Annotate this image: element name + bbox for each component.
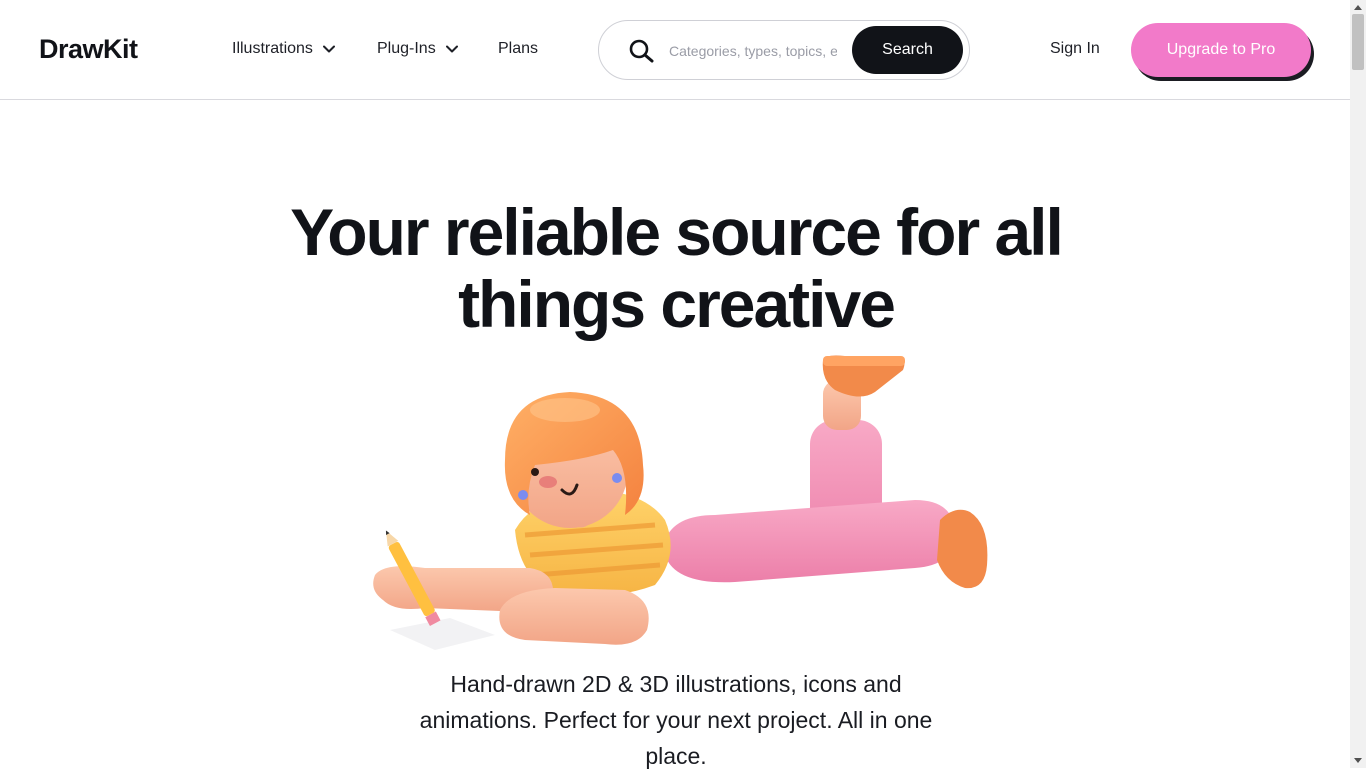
nav-plans[interactable]: Plans [498, 40, 538, 58]
drawkit-logo[interactable]: DrawKit [39, 34, 138, 65]
hero-title-line-1: Your reliable source for all [290, 195, 1064, 269]
hero-subtitle: Hand-drawn 2D & 3D illustrations, icons … [419, 671, 933, 769]
scrollbar-thumb[interactable] [1352, 14, 1364, 70]
search-input[interactable] [669, 40, 837, 62]
nav-illustrations-label: Illustrations [232, 40, 313, 57]
scroll-up-arrow-icon[interactable] [1354, 4, 1362, 10]
nav-plug-ins-label: Plug-Ins [377, 40, 436, 57]
search-icon [629, 39, 655, 68]
scroll-down-arrow-icon[interactable] [1354, 758, 1362, 764]
page-scrollbar[interactable] [1350, 0, 1366, 768]
sign-in-link[interactable]: Sign In [1050, 40, 1100, 58]
search-bar: Search [598, 20, 970, 80]
upgrade-to-pro-button[interactable]: Upgrade to Pro [1131, 23, 1311, 77]
chevron-down-icon [445, 45, 458, 53]
nav-plug-ins[interactable]: Plug-Ins [377, 40, 458, 58]
nav-illustrations[interactable]: Illustrations [232, 40, 335, 58]
hero-illustration-girl-drawing [355, 350, 995, 660]
chevron-down-icon [322, 45, 335, 53]
hero-title-line-2: things creative [458, 267, 896, 341]
search-button[interactable]: Search [852, 26, 963, 74]
hero-title: Your reliable source for all things crea… [200, 196, 1152, 340]
nav-plans-label: Plans [498, 40, 539, 57]
site-header: DrawKit Illustrations Plug-Ins Plans Sea… [0, 0, 1350, 100]
